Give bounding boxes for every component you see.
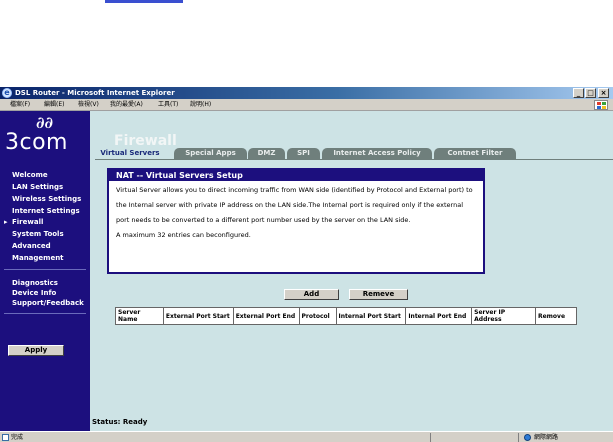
close-button[interactable]: × — [598, 88, 609, 98]
nav-diagnostics[interactable]: Diagnostics — [12, 279, 58, 288]
status-done-text: 完成 — [11, 434, 24, 441]
nav-support-feedback[interactable]: Support/Feedback — [12, 299, 84, 308]
minimize-button[interactable]: _ — [573, 88, 584, 98]
sidebar-divider — [4, 313, 86, 314]
nav-management[interactable]: Management — [12, 254, 64, 263]
status-divider — [518, 433, 519, 442]
nav-welcome[interactable]: Welcome — [12, 171, 48, 180]
menu-bar: 檔案(F) 編輯(E) 檢視(V) 我的最愛(A) 工具(T) 說明(H) — [0, 99, 613, 111]
tab-underline — [95, 159, 613, 160]
col-internal-port-start: Internal Port Start — [335, 307, 407, 325]
page-done-icon — [2, 434, 9, 441]
nav-lan-settings[interactable]: LAN Settings — [12, 183, 63, 192]
menu-favorites[interactable]: 我的最愛(A) — [110, 101, 143, 109]
browser-status-bar: 完成 網際網路 — [0, 431, 613, 442]
nav-device-info[interactable]: Device Info — [12, 289, 56, 298]
title-bar: e DSL Router - Microsoft Internet Explor… — [0, 87, 613, 99]
content-area: Firewall Virtual Servers Special Apps DM… — [90, 111, 613, 431]
col-remove: Remove — [534, 307, 578, 325]
menu-help[interactable]: 說明(H) — [190, 101, 211, 109]
maximize-button[interactable]: □ — [585, 88, 596, 98]
status-zone-text: 網際網路 — [534, 434, 559, 441]
col-internal-port-end: Internal Port End — [405, 307, 473, 325]
tab-dmz[interactable]: DMZ — [248, 148, 285, 159]
table-header-row: Server Name External Port Start External… — [115, 307, 578, 325]
menu-tools[interactable]: 工具(T) — [158, 101, 178, 109]
tab-special-apps[interactable]: Special Apps — [174, 148, 247, 159]
nav-system-tools[interactable]: System Tools — [12, 230, 64, 239]
tab-internet-access-policy[interactable]: Internet Access Policy — [322, 148, 432, 159]
apply-button[interactable]: Apply — [8, 345, 64, 356]
panel-title: NAT -- Virtual Servers Setup — [109, 170, 483, 181]
col-protocol: Protocol — [298, 307, 337, 325]
tab-content-filter[interactable]: Contnet Filter — [434, 148, 516, 159]
browser-window: e DSL Router - Microsoft Internet Explor… — [0, 87, 613, 442]
col-server-name: Server Name — [115, 307, 164, 325]
nav-wireless-settings[interactable]: Wireless Settings — [12, 195, 81, 204]
menu-view[interactable]: 檢視(V) — [78, 101, 99, 109]
panel-body: Virtual Server allows you to direct inco… — [116, 183, 478, 243]
logo-3com: 3com — [5, 130, 68, 155]
windows-logo-icon — [594, 100, 608, 110]
logo-mark: ∂∂ — [36, 113, 54, 132]
router-page: ∂∂ 3com Welcome LAN Settings Wireless Se… — [0, 111, 613, 431]
virtual-servers-table: Server Name External Port Start External… — [115, 307, 578, 325]
page-title: Firewall — [114, 133, 177, 149]
nav-firewall[interactable]: Firewall — [4, 218, 43, 227]
sidebar: ∂∂ 3com Welcome LAN Settings Wireless Se… — [0, 111, 90, 431]
col-external-port-end: External Port End — [232, 307, 300, 325]
menu-file[interactable]: 檔案(F) — [10, 101, 30, 109]
nav-internet-settings[interactable]: Internet Settings — [12, 207, 80, 216]
col-external-port-start: External Port Start — [162, 307, 234, 325]
sidebar-divider — [4, 269, 86, 270]
menu-edit[interactable]: 編輯(E) — [44, 101, 64, 109]
tab-bar: Virtual Servers Special Apps DMZ SPI Int… — [95, 148, 613, 160]
panel-description: Virtual Server allows you to direct inco… — [116, 186, 473, 224]
page-status-text: Status: Ready — [92, 418, 148, 426]
add-button[interactable]: Add — [284, 289, 339, 300]
window-title: DSL Router - Microsoft Internet Explorer — [15, 89, 175, 97]
nav-advanced[interactable]: Advanced — [12, 242, 51, 251]
ie-icon: e — [2, 88, 12, 98]
panel-note: A maximum 32 entries can beconfigured. — [116, 231, 251, 239]
status-divider — [430, 433, 431, 442]
internet-zone-icon — [524, 434, 531, 441]
top-link-underline[interactable] — [105, 0, 183, 3]
remove-button[interactable]: Remeve — [349, 289, 408, 300]
nat-info-panel: NAT -- Virtual Servers Setup Virtual Ser… — [107, 168, 485, 274]
col-server-ip-address: Server IP Address — [471, 307, 536, 325]
tab-spi[interactable]: SPI — [287, 148, 320, 159]
